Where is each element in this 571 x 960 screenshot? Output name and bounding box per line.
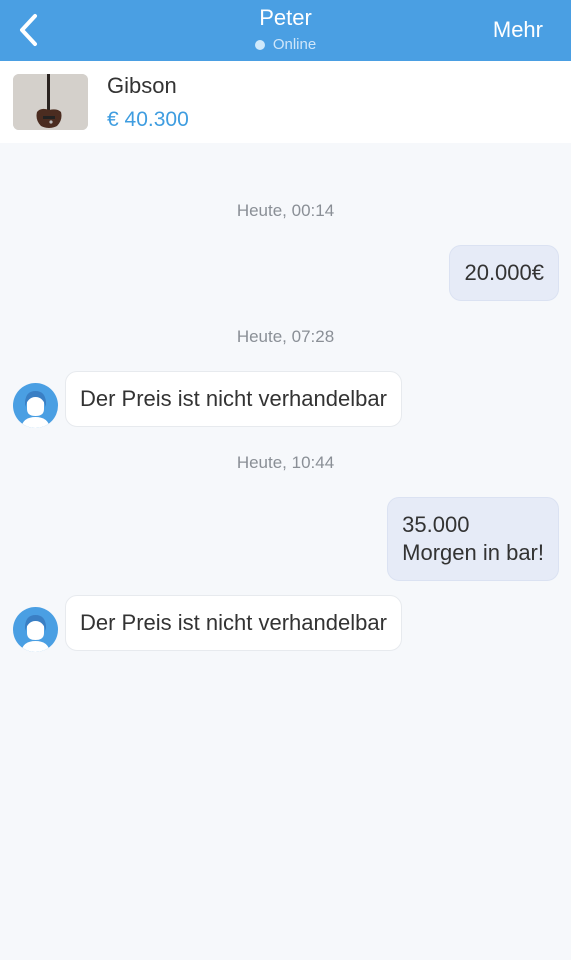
chat-screen: Peter Online Mehr Gibson € 40.300 Heute,… [0,0,571,960]
message-text: Der Preis ist nicht verhandelbar [80,610,387,635]
incoming-message: Der Preis ist nicht verhandelbar [65,595,402,651]
message-text-line: 35.000 [402,512,470,537]
message-text: 20.000€ [464,260,544,285]
product-price: € 40.300 [107,108,189,131]
message-text-line: Morgen in bar! [402,540,544,565]
message-text: Der Preis ist nicht verhandelbar [80,386,387,411]
guitar-image [13,74,88,130]
product-thumbnail[interactable] [13,74,88,130]
message-timestamp: Heute, 00:14 [236,201,335,220]
avatar [13,383,58,428]
message-timestamp: Heute, 10:44 [236,453,335,472]
person-icon [21,615,50,652]
product-name: Gibson [107,73,177,98]
incoming-message: Der Preis ist nicht verhandelbar [65,371,402,427]
message-timestamp: Heute, 07:28 [236,327,335,346]
contact-name: Peter [259,5,312,30]
contact-status: Online [0,36,571,53]
chat-header: Peter Online Mehr [0,0,571,61]
status-text: Online [272,36,317,53]
person-icon [21,391,50,428]
product-bar[interactable]: Gibson € 40.300 [0,61,571,143]
more-button[interactable]: Mehr [493,17,543,43]
outgoing-message: 35.000 Morgen in bar! [387,497,559,581]
avatar [13,607,58,652]
online-dot-icon [254,39,265,50]
outgoing-message: 20.000€ [449,245,559,301]
